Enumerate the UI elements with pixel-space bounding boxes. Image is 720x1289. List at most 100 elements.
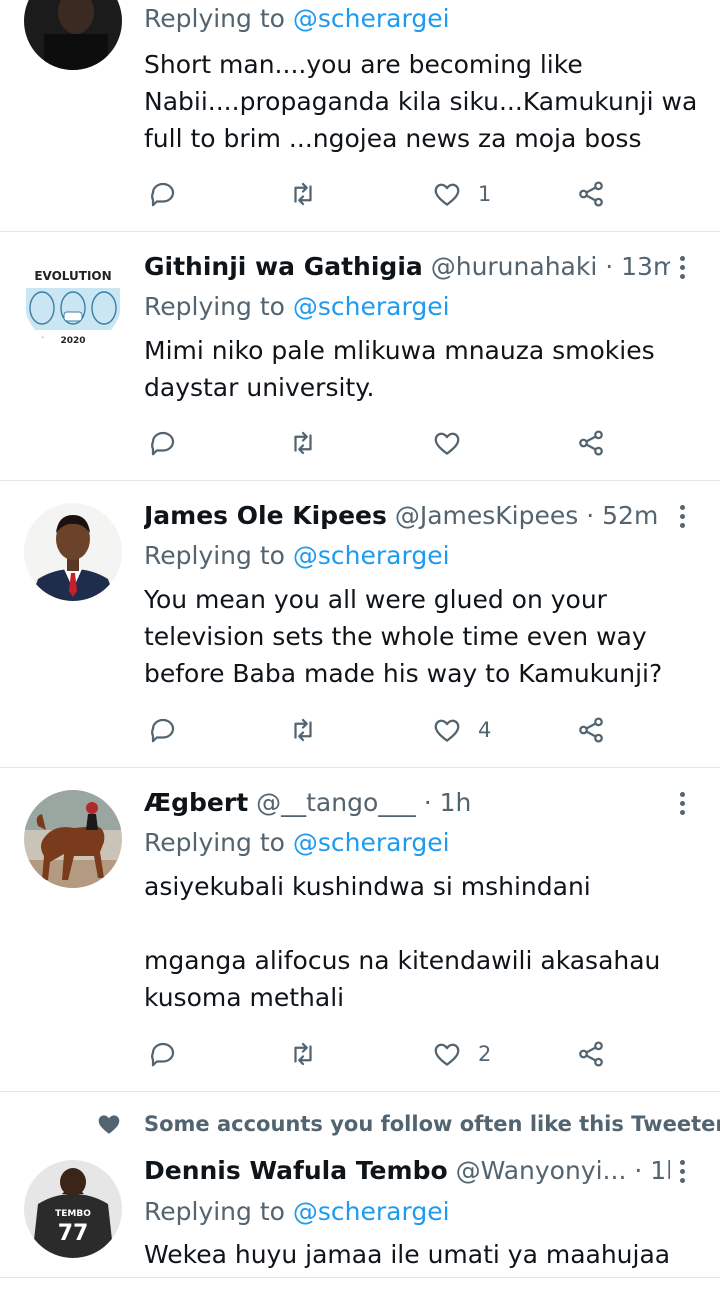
replying-to: Replying to @scherargei	[144, 290, 450, 324]
comment-icon	[151, 718, 175, 743]
share-button[interactable]	[576, 177, 606, 211]
mention-link[interactable]: @scherargei	[293, 1197, 450, 1226]
avatar-year-right: 20	[110, 336, 122, 346]
like-icon	[434, 719, 460, 742]
like-count: 4	[478, 718, 492, 742]
avatar-year-mid: 2020	[60, 336, 85, 346]
separator-dot: ·	[423, 788, 432, 817]
timestamp[interactable]: 1h	[440, 788, 472, 817]
more-options-button[interactable]	[672, 501, 692, 531]
more-options-button[interactable]	[672, 252, 692, 282]
like-count: 2	[478, 1042, 492, 1066]
share-button[interactable]	[576, 713, 606, 747]
retweet-button[interactable]	[288, 177, 318, 211]
reply-button[interactable]	[148, 1037, 178, 1071]
like-icon	[434, 183, 460, 206]
tweet-text: Wekea huyu jamaa ile umati ya maahujaa	[144, 1240, 671, 1269]
share-icon	[579, 181, 603, 207]
share-button[interactable]	[576, 1037, 606, 1071]
username[interactable]: @JamesKipees	[395, 501, 578, 530]
tweet[interactable]: EVOLUTION 19 2020 20 Githinji wa Gathigi…	[0, 232, 720, 481]
retweet-button[interactable]	[288, 1037, 318, 1071]
social-context-text: Some accounts you follow often like this…	[144, 1112, 720, 1136]
more-icon	[672, 505, 692, 528]
display-name[interactable]: James Ole Kipees	[144, 501, 387, 530]
more-options-button[interactable]	[672, 788, 692, 818]
tweet-header: James Ole Kipees @JamesKipees · 52m	[144, 499, 670, 533]
avatar-evolution-title: EVOLUTION	[34, 269, 111, 283]
share-icon	[579, 717, 603, 743]
more-icon	[672, 1160, 692, 1183]
jersey-name: TEMBO	[55, 1209, 91, 1219]
avatar[interactable]	[24, 0, 122, 70]
replying-label: Replying to	[144, 828, 285, 857]
retweet-icon	[294, 182, 312, 206]
username[interactable]: @Wanyonyi...	[456, 1156, 627, 1185]
replying-label: Replying to	[144, 541, 285, 570]
display-name[interactable]: Ægbert	[144, 788, 248, 817]
mention-link[interactable]: @scherargei	[293, 828, 450, 857]
retweet-button[interactable]	[288, 713, 318, 747]
avatar[interactable]	[24, 790, 122, 888]
like-icon	[434, 432, 460, 455]
tweet[interactable]: Some accounts you follow often like this…	[0, 1092, 720, 1278]
like-button[interactable]: 4	[432, 713, 491, 747]
mention-link[interactable]: @scherargei	[293, 541, 450, 570]
separator-dot: ·	[605, 252, 614, 281]
replying-to: Replying to @scherargei	[144, 2, 450, 36]
display-name[interactable]: Githinji wa Gathigia	[144, 252, 423, 281]
like-button[interactable]: 1	[432, 177, 491, 211]
separator-dot: ·	[586, 501, 595, 530]
avatar[interactable]: EVOLUTION 19 2020 20	[24, 250, 122, 348]
reply-button[interactable]	[148, 426, 178, 460]
tweet-actions: 1	[144, 177, 624, 211]
replying-to: Replying to @scherargei	[144, 539, 450, 573]
comment-icon	[151, 182, 175, 207]
like-button[interactable]: 2	[432, 1037, 491, 1071]
more-icon	[672, 256, 692, 279]
share-button[interactable]	[576, 426, 606, 460]
like-button[interactable]	[432, 426, 478, 460]
tweet-actions	[144, 426, 624, 460]
username[interactable]: @__tango___	[256, 788, 416, 817]
mention-link[interactable]: @scherargei	[293, 4, 450, 33]
reply-button[interactable]	[148, 713, 178, 747]
tweet-text: Mimi niko pale mlikuwa mnauza smokies da…	[144, 336, 663, 402]
reply-button[interactable]	[148, 177, 178, 211]
tweet-text: asiyekubali kushindwa si mshindani mgang…	[144, 872, 661, 1012]
timestamp[interactable]: 13m	[621, 252, 670, 281]
tweet[interactable]: James Ole Kipees @JamesKipees · 52m Repl…	[0, 481, 720, 768]
replying-label: Replying to	[144, 1197, 285, 1226]
timestamp[interactable]: 52m	[602, 501, 658, 530]
display-name[interactable]: Dennis Wafula Tembo	[144, 1156, 448, 1185]
mention-link[interactable]: @scherargei	[293, 292, 450, 321]
replying-label: Replying to	[144, 4, 285, 33]
jersey-number: 77	[58, 1221, 89, 1246]
username[interactable]: @hurunahaki	[431, 252, 598, 281]
comment-icon	[151, 431, 175, 456]
like-count: 1	[478, 182, 492, 206]
retweet-icon	[294, 431, 312, 455]
timestamp[interactable]: 1h	[650, 1156, 670, 1185]
avatar-year-left: 19	[32, 336, 45, 346]
retweet-icon	[294, 718, 312, 742]
tweet[interactable]: Ægbert @__tango___ · 1h Replying to @sch…	[0, 768, 720, 1092]
retweet-icon	[294, 1042, 312, 1066]
comment-icon	[151, 1042, 175, 1067]
avatar[interactable]	[24, 503, 122, 601]
tweet[interactable]: Replying to @scherargei Short man....you…	[0, 0, 720, 232]
tweet-text: Short man....you are becoming like Nabii…	[144, 50, 706, 153]
separator-dot: ·	[634, 1156, 643, 1185]
tweet-actions: 2	[144, 1037, 624, 1071]
tweet-header: Githinji wa Gathigia @hurunahaki · 13m	[144, 250, 670, 284]
more-options-button[interactable]	[672, 1156, 692, 1186]
tweet-text: You mean you all were glued on your tele…	[144, 585, 663, 688]
tweet-actions: 4	[144, 713, 624, 747]
more-icon	[672, 792, 692, 815]
tweet-header: Ægbert @__tango___ · 1h	[144, 786, 670, 820]
heart-social-icon	[98, 1115, 120, 1134]
social-context: Some accounts you follow often like this…	[0, 1105, 720, 1143]
replying-label: Replying to	[144, 292, 285, 321]
avatar[interactable]: TEMBO 77	[24, 1160, 122, 1258]
retweet-button[interactable]	[288, 426, 318, 460]
